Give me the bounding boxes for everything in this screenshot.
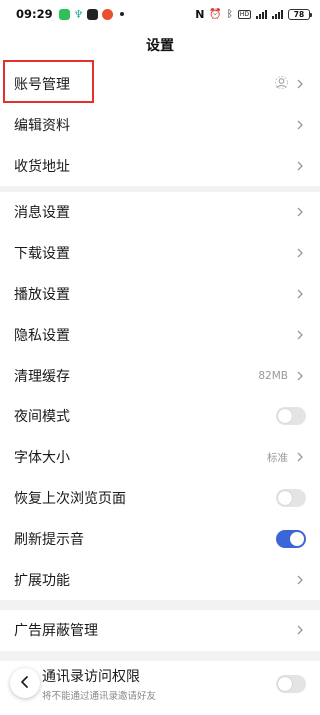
row-label: 恢复上次浏览页面: [14, 490, 126, 507]
weibo-icon: [102, 8, 114, 20]
row-label: 通讯录访问权限: [42, 669, 140, 685]
chevron-left-icon: [18, 674, 32, 693]
chevron-right-icon: [294, 160, 306, 172]
chevron-right-icon: [294, 288, 306, 300]
download-settings-row[interactable]: 下载设置: [0, 233, 320, 274]
row-label: 夜间模式: [14, 409, 70, 426]
ad-block-management-row[interactable]: 广告屏蔽管理: [0, 610, 320, 651]
row-label: 扩展功能: [14, 572, 70, 589]
row-label: 字体大小: [14, 450, 70, 467]
row-label: 收货地址: [14, 158, 70, 175]
toggle-knob: [278, 409, 292, 424]
contacts-permission-group: 通讯录访问权限 将不能通过通讯录邀请好友: [0, 661, 320, 715]
back-button[interactable]: [10, 668, 40, 698]
privacy-settings-row[interactable]: 隐私设置: [0, 314, 320, 355]
bird-app-icon: ♆: [73, 7, 84, 21]
chevron-right-icon: [294, 370, 306, 382]
chevron-right-icon: [294, 119, 306, 131]
row-sublabel: 将不能通过通讯录邀请好友: [42, 691, 157, 702]
font-size-row[interactable]: 字体大小 标准: [0, 437, 320, 478]
hd-icon: HD: [237, 9, 251, 19]
nfc-icon: N: [195, 7, 205, 21]
row-label: 编辑资料: [14, 118, 70, 135]
refresh-sound-toggle[interactable]: [276, 529, 306, 548]
ad-block-group: 广告屏蔽管理: [0, 610, 320, 651]
tiktok-icon: [87, 8, 99, 20]
chevron-right-icon: [294, 329, 306, 341]
toggle-knob: [278, 677, 292, 691]
refresh-sound-row: 刷新提示音: [0, 518, 320, 559]
contacts-permission-toggle[interactable]: [276, 675, 306, 693]
general-settings-group: 消息设置 下载设置 播放设置 隐私设置 清理缓存 82MB 夜间模式 字体大小 …: [0, 192, 320, 600]
chevron-right-icon: [294, 451, 306, 463]
row-label: 广告屏蔽管理: [14, 623, 98, 640]
night-mode-toggle[interactable]: [276, 407, 306, 426]
chevron-right-icon: [294, 78, 306, 90]
clear-cache-row[interactable]: 清理缓存 82MB: [0, 355, 320, 396]
restore-last-page-row: 恢复上次浏览页面: [0, 478, 320, 519]
chevron-right-icon: [294, 574, 306, 586]
app-header: 设置: [0, 28, 320, 64]
row-label: 播放设置: [14, 286, 70, 303]
row-label: 刷新提示音: [14, 531, 84, 548]
row-label: 清理缓存: [14, 368, 70, 385]
user-ring-icon: [275, 76, 288, 92]
toggle-knob: [278, 490, 292, 505]
edit-profile-row[interactable]: 编辑资料: [0, 105, 320, 146]
night-mode-row: 夜间模式: [0, 396, 320, 437]
signal-2-icon: [272, 9, 283, 19]
bluetooth-icon: ᛒ: [226, 8, 233, 20]
restore-last-page-toggle[interactable]: [276, 488, 306, 507]
extensions-row[interactable]: 扩展功能: [0, 559, 320, 600]
battery-icon: 78: [288, 8, 312, 20]
contacts-permission-row: 通讯录访问权限 将不能通过通讯录邀请好友: [0, 661, 320, 707]
chevron-right-icon: [294, 624, 306, 636]
playback-settings-row[interactable]: 播放设置: [0, 274, 320, 315]
account-group: 账号管理 编辑资料 收货地址: [0, 64, 320, 187]
row-label: 下载设置: [14, 246, 70, 263]
wechat-icon: [58, 8, 70, 20]
signal-icon: [256, 9, 267, 19]
chevron-right-icon: [294, 247, 306, 259]
status-time: 09:29: [16, 7, 53, 21]
row-label: 账号管理: [14, 77, 70, 94]
account-management-row[interactable]: 账号管理: [0, 64, 320, 105]
font-size-value: 标准: [267, 451, 288, 464]
status-bar: 09:29 ♆ N ⏰ ᛒ HD 78: [0, 0, 320, 28]
alarm-icon: ⏰: [209, 8, 222, 20]
message-settings-row[interactable]: 消息设置: [0, 192, 320, 233]
toggle-knob: [290, 531, 304, 546]
row-label: 隐私设置: [14, 327, 70, 344]
shipping-address-row[interactable]: 收货地址: [0, 146, 320, 187]
more-notifications-icon: [120, 12, 125, 16]
chevron-right-icon: [294, 206, 306, 218]
page-title: 设置: [146, 38, 174, 54]
cache-size-value: 82MB: [258, 369, 288, 382]
row-label: 消息设置: [14, 205, 70, 222]
